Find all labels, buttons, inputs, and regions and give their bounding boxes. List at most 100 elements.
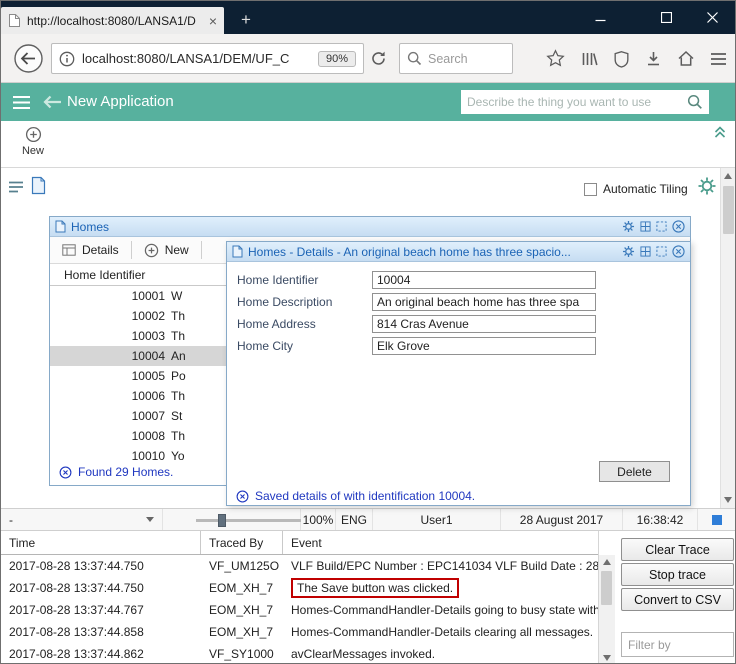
found-message-text: Found 29 Homes. [78,465,173,479]
circle-plus-icon [144,243,159,258]
clear-trace-button[interactable]: Clear Trace [621,538,734,561]
trace-row[interactable]: 2017-08-28 13:37:44.858 EOM_XH_7 Homes-C… [1,621,598,643]
stop-trace-button[interactable]: Stop trace [621,563,734,586]
trace-by-cell: VF_SY1000 [201,647,283,661]
message-close-icon[interactable] [236,490,249,503]
info-icon[interactable] [59,51,75,67]
field-row: Home Address [237,315,596,333]
browser-tab[interactable]: http://localhost:8080/LANSA1/D × [1,7,224,34]
library-icon[interactable] [580,50,598,68]
browser-search-input[interactable] [428,52,500,66]
scroll-up-icon[interactable] [724,173,732,179]
automatic-tiling-checkbox[interactable] [584,183,597,196]
scroll-down-icon[interactable] [724,497,732,503]
convert-to-csv-button[interactable]: Convert to CSV [621,588,734,611]
back-button[interactable] [13,43,44,74]
workspace: Automatic Tiling Homes [1,168,735,508]
collapse-ribbon-icon[interactable] [713,125,727,139]
app-menu-icon[interactable] [12,95,31,110]
trace-event-header[interactable]: Event [283,531,598,554]
home-city-input[interactable] [372,337,596,355]
workspace-gear-icon[interactable] [697,176,717,196]
details-tile-icon[interactable] [640,246,651,257]
minimize-button[interactable] [577,1,623,34]
homes-tile-icon[interactable] [640,221,651,232]
layout-list-icon[interactable] [8,180,24,194]
details-gear-icon[interactable] [622,245,635,258]
zoom-slider[interactable] [163,509,301,530]
trace-by-cell: EOM_XH_7 [201,581,283,595]
zoom-badge[interactable]: 90% [318,51,356,67]
slider-track[interactable] [196,519,301,522]
details-close-icon[interactable] [672,245,685,258]
home-icon[interactable] [677,50,695,67]
window-page-icon[interactable] [31,176,46,195]
browser-titlebar: http://localhost:8080/LANSA1/D × + [1,1,735,34]
app-search-field[interactable] [461,90,709,114]
trace-time-header[interactable]: Time [1,531,201,554]
trace-time-cell: 2017-08-28 13:37:44.858 [1,625,201,639]
tab-close-icon[interactable]: × [209,14,217,28]
command-ribbon: New [1,121,735,168]
home-identifier-input[interactable] [372,271,596,289]
home-desc-cell: St [165,409,182,423]
home-desc-cell: W [165,289,182,303]
trace-row[interactable]: 2017-08-28 13:37:44.767 EOM_XH_7 Homes-C… [1,599,598,621]
scroll-thumb[interactable] [723,186,734,234]
new-tab-button[interactable]: + [234,9,258,31]
trace-row[interactable]: 2017-08-28 13:37:44.750 VF_UM125O VLF Bu… [1,555,598,577]
trace-scrollbar[interactable] [599,555,615,664]
shield-icon[interactable] [613,50,630,68]
details-button-label: Details [82,243,119,257]
home-city-label: Home City [237,339,372,353]
trace-panel: Time Traced By Event 2017-08-28 13:37:44… [1,531,735,664]
homes-close-icon[interactable] [672,220,685,233]
new-home-button[interactable]: New [132,237,201,263]
maximize-button[interactable] [643,1,689,34]
app-search-input[interactable] [467,95,683,109]
scroll-thumb[interactable] [601,571,612,605]
app-search-icon[interactable] [687,94,703,110]
workspace-scrollbar[interactable] [720,168,735,508]
url-bar[interactable]: localhost:8080/LANSA1/DEM/UF_C 90% [51,43,364,74]
homes-gear-icon[interactable] [622,220,635,233]
home-id-cell: 10002 [50,309,165,323]
details-window-titlebar[interactable]: Homes - Details - An original beach home… [227,242,690,262]
filter-by-input[interactable] [621,632,734,657]
trace-time-cell: 2017-08-28 13:37:44.750 [1,581,201,595]
app-back-icon[interactable] [41,94,63,110]
home-description-input[interactable] [372,293,596,311]
bookmark-star-icon[interactable] [546,49,565,68]
homes-maximize-icon[interactable] [656,221,667,232]
close-button[interactable] [689,1,735,34]
details-maximize-icon[interactable] [656,246,667,257]
scroll-down-icon[interactable] [603,655,611,661]
reload-button[interactable] [370,50,387,67]
field-row: Home Description [237,293,596,311]
home-id-cell: 10007 [50,409,165,423]
message-close-icon[interactable] [59,466,72,479]
home-identifier-label: Home Identifier [237,273,372,287]
status-dropdown[interactable]: - [1,509,163,530]
zoom-level: 100% [301,509,336,530]
details-button[interactable]: Details [50,237,131,263]
trace-row[interactable]: 2017-08-28 13:37:44.862 VF_SY1000 avClea… [1,643,598,664]
url-text[interactable]: localhost:8080/LANSA1/DEM/UF_C [82,51,311,66]
status-blue-square [712,515,722,525]
homes-window-titlebar[interactable]: Homes [50,217,690,237]
scroll-up-icon[interactable] [603,559,611,565]
trace-by-cell: EOM_XH_7 [201,625,283,639]
download-icon[interactable] [645,50,662,67]
home-address-input[interactable] [372,315,596,333]
menu-icon[interactable] [710,52,727,66]
trace-row-highlighted[interactable]: 2017-08-28 13:37:44.750 EOM_XH_7 The Sav… [1,577,598,599]
browser-search-field[interactable] [399,43,513,74]
trace-by-cell: EOM_XH_7 [201,603,283,617]
trace-by-header[interactable]: Traced By [201,531,283,554]
home-identifier-column-header[interactable]: Home Identifier [50,264,227,286]
new-command-button[interactable]: New [13,126,53,157]
delete-button[interactable]: Delete [599,461,670,482]
homes-page-icon [55,220,66,233]
details-window-title: Homes - Details - An original beach home… [248,245,617,259]
slider-thumb[interactable] [218,514,226,527]
